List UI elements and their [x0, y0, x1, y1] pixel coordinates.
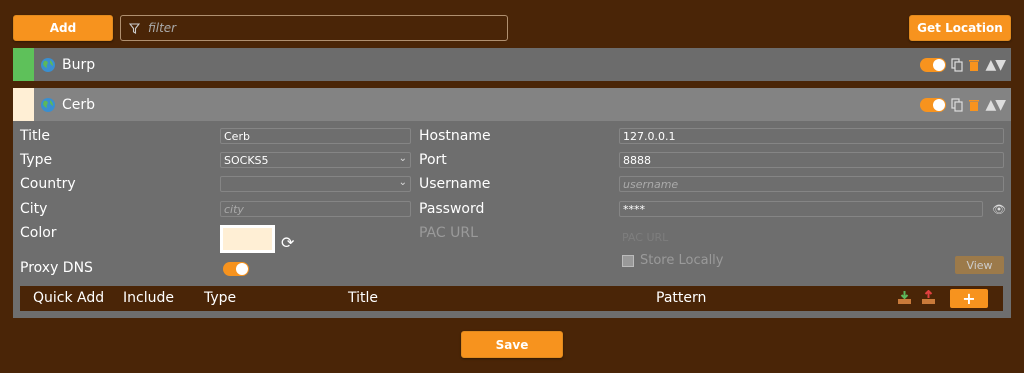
filter-input[interactable] — [146, 20, 490, 36]
duplicate-icon[interactable] — [951, 57, 964, 72]
proxy-color-strip — [13, 48, 34, 81]
move-arrows-icon[interactable]: ▲▼ — [985, 97, 1006, 113]
column-pattern: Pattern — [656, 290, 707, 306]
add-button[interactable]: Add — [13, 15, 113, 41]
globe-icon — [41, 57, 55, 72]
password-label: Password — [419, 201, 485, 217]
enable-toggle[interactable] — [920, 57, 947, 72]
view-button[interactable]: View — [955, 256, 1004, 274]
refresh-icon[interactable]: ⟳ — [281, 233, 294, 252]
type-label: Type — [20, 152, 53, 168]
port-label: Port — [419, 152, 447, 168]
proxy-row-cerb[interactable]: Cerb ▲▼ — [13, 88, 1011, 121]
hostname-input[interactable]: 127.0.0.1 — [619, 128, 1004, 144]
checkbox-icon — [622, 254, 634, 267]
export-icon[interactable] — [921, 290, 936, 305]
chevron-down-icon: ⌄ — [398, 153, 407, 164]
title-input[interactable]: Cerb — [220, 128, 411, 144]
proxy-dns-toggle[interactable] — [223, 262, 249, 276]
hostname-label: Hostname — [419, 128, 491, 144]
proxy-name: Burp — [62, 56, 96, 73]
filter-box — [120, 15, 508, 41]
country-select[interactable]: ⌄ — [220, 176, 411, 192]
duplicate-icon[interactable] — [951, 97, 964, 112]
password-input[interactable]: **** — [619, 201, 983, 217]
chevron-down-icon: ⌄ — [398, 177, 407, 188]
import-icon[interactable] — [897, 290, 912, 305]
store-locally-label: Store Locally — [640, 253, 724, 268]
enable-toggle[interactable] — [920, 97, 947, 112]
title-label: Title — [20, 128, 51, 144]
type-select-value: SOCKS5 — [224, 153, 269, 167]
column-include: Include — [123, 290, 174, 306]
save-button[interactable]: Save — [461, 331, 563, 358]
filter-icon — [129, 22, 140, 34]
proxy-row-burp[interactable]: Burp ▲▼ — [13, 48, 1011, 81]
country-label: Country — [20, 176, 76, 192]
pattern-table-header: Quick Add Include Type Title Pattern + — [20, 286, 1003, 311]
username-label: Username — [419, 176, 491, 192]
column-title: Title — [348, 290, 379, 306]
proxy-color-strip — [13, 88, 34, 121]
city-input[interactable]: city — [220, 201, 411, 217]
port-input[interactable]: 8888 — [619, 152, 1004, 168]
delete-icon[interactable] — [968, 58, 980, 72]
color-picker[interactable] — [220, 225, 275, 253]
column-quick-add: Quick Add — [33, 290, 105, 306]
column-type: Type — [204, 290, 237, 306]
proxy-dns-label: Proxy DNS — [20, 260, 93, 276]
city-label: City — [20, 201, 48, 217]
globe-icon — [41, 97, 55, 112]
proxy-details-panel: Title Cerb Type SOCKS5 ⌄ Country ⌄ City … — [13, 121, 1011, 318]
pac-url-label: PAC URL — [419, 225, 478, 241]
delete-icon[interactable] — [968, 98, 980, 112]
username-input[interactable]: username — [619, 176, 1004, 192]
color-label: Color — [20, 225, 57, 241]
type-select[interactable]: SOCKS5 ⌄ — [220, 152, 411, 168]
store-locally-checkbox[interactable]: Store Locally — [622, 253, 724, 268]
move-arrows-icon[interactable]: ▲▼ — [985, 57, 1006, 73]
pac-url-input[interactable]: PAC URL — [622, 231, 668, 244]
get-location-button[interactable]: Get Location — [909, 15, 1011, 41]
add-pattern-button[interactable]: + — [950, 289, 988, 308]
proxy-name: Cerb — [62, 96, 96, 113]
eye-icon[interactable]: 👁 — [992, 203, 1006, 216]
